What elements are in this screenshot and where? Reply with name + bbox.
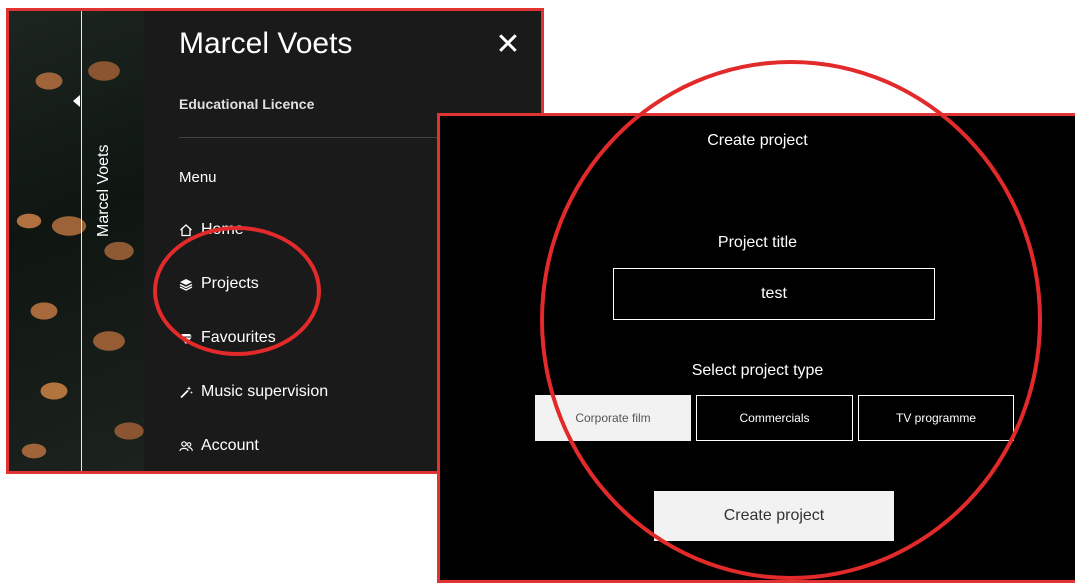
menu-item-favourites[interactable]: Favourites xyxy=(179,329,276,347)
menu-item-label: Projects xyxy=(201,275,259,292)
project-title-input[interactable] xyxy=(613,268,935,320)
menu-item-label: Account xyxy=(201,437,259,454)
menu-item-music-supervision[interactable]: Music supervision xyxy=(179,383,328,401)
diamond-icon xyxy=(179,330,201,346)
menu-item-projects[interactable]: Projects xyxy=(179,275,259,293)
menu-item-label: Music supervision xyxy=(201,383,329,400)
sidebar-divider-line xyxy=(81,11,82,471)
licence-label: Educational Licence xyxy=(179,96,315,112)
type-tv-programme-button[interactable]: TV programme xyxy=(858,395,1014,441)
magic-wand-icon xyxy=(179,384,201,400)
type-commercials-button[interactable]: Commercials xyxy=(696,395,853,441)
layers-icon xyxy=(179,276,201,292)
close-icon[interactable]: ✕ xyxy=(494,30,522,60)
menu-item-label: Home xyxy=(201,221,244,238)
create-project-panel: Create project Project title Select proj… xyxy=(437,113,1075,583)
users-icon xyxy=(179,438,201,454)
home-icon xyxy=(179,222,201,238)
project-title-label: Project title xyxy=(717,234,798,251)
menu-item-label: Favourites xyxy=(201,329,276,346)
sidebar-photo-strip xyxy=(9,11,144,471)
type-corporate-film-button[interactable]: Corporate film xyxy=(535,395,691,441)
menu-item-home[interactable]: Home xyxy=(179,221,244,239)
menu-user-name: Marcel Voets xyxy=(179,27,353,60)
create-project-button[interactable]: Create project xyxy=(654,491,894,541)
menu-section-label: Menu xyxy=(179,169,217,186)
dialog-title: Create project xyxy=(707,132,808,149)
collapse-arrow-icon[interactable] xyxy=(73,95,80,107)
sidebar-vertical-name: Marcel Voets xyxy=(95,144,112,237)
menu-item-account[interactable]: Account xyxy=(179,437,259,455)
menu-divider xyxy=(179,137,479,138)
project-type-label: Select project type xyxy=(691,362,824,379)
